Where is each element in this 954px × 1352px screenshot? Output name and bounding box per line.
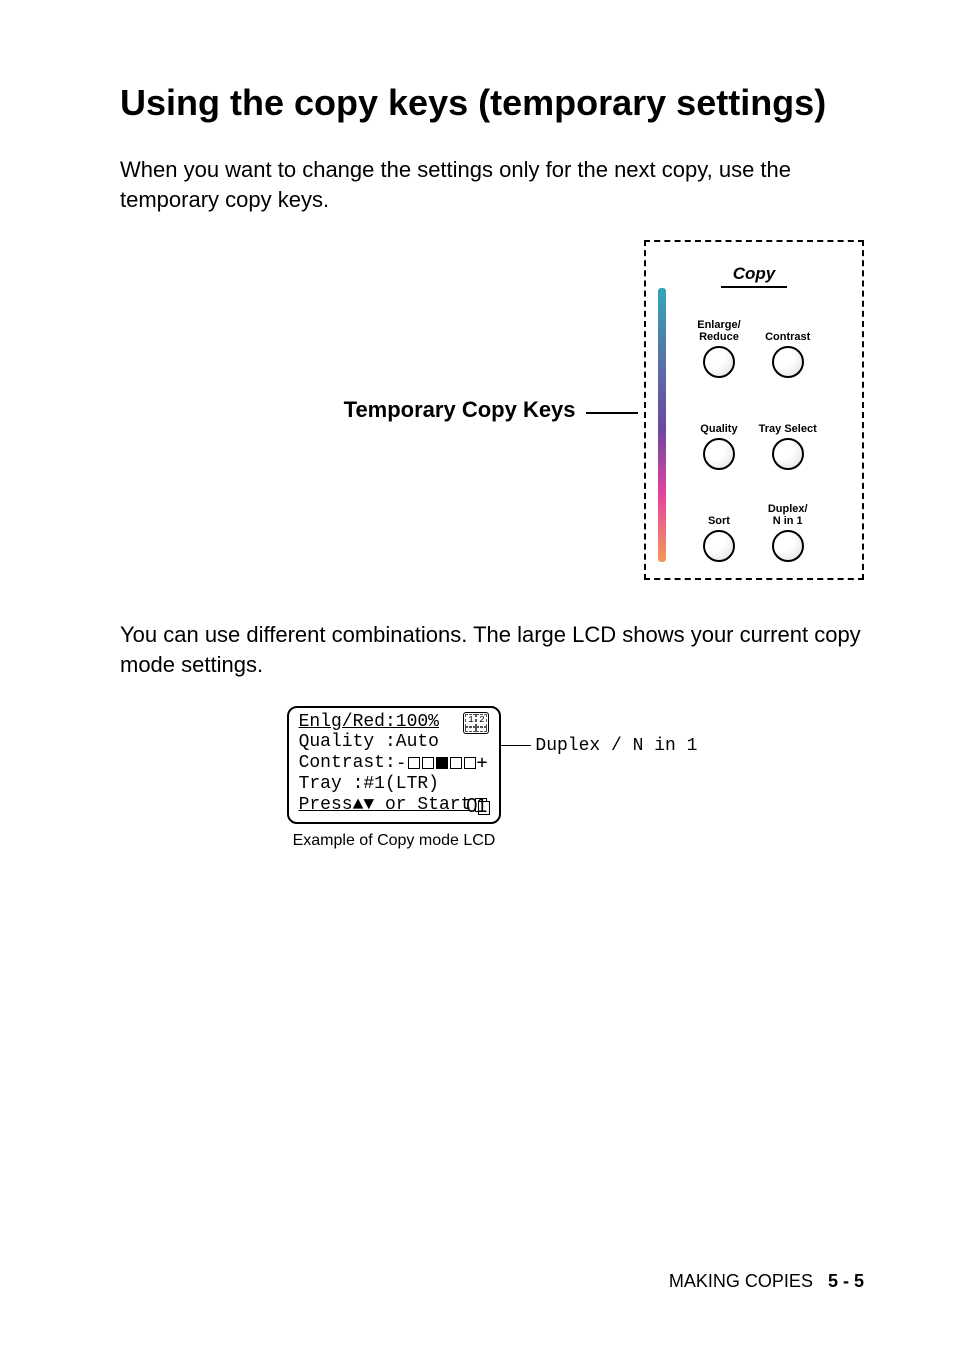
lcd-line-1: Enlg/Red:100% — [299, 712, 439, 733]
key-label: Duplex/N in 1 — [768, 503, 808, 527]
key-label: Enlarge/Reduce — [697, 319, 740, 343]
key-quality[interactable]: Quality — [700, 390, 737, 470]
lcd-screen: Enlg/Red:100% Quality :Auto Contrast:-+ … — [287, 706, 502, 824]
second-paragraph: You can use different combinations. The … — [120, 620, 864, 679]
key-duplex-nin1[interactable]: Duplex/N in 1 — [768, 482, 808, 562]
key-contrast[interactable]: Contrast — [765, 298, 810, 378]
copy-panel-header: Copy — [721, 264, 788, 288]
copy-panel-col-1: Enlarge/Reduce Quality Sort — [697, 294, 740, 562]
round-button-icon — [772, 346, 804, 378]
round-button-icon — [772, 530, 804, 562]
lcd-contrast-label: Contrast: — [299, 753, 396, 774]
footer-section: MAKING COPIES — [669, 1271, 813, 1291]
key-tray-select[interactable]: Tray Select — [759, 390, 817, 470]
intro-paragraph: When you want to change the settings onl… — [120, 155, 864, 214]
key-sort[interactable]: Sort — [703, 482, 735, 562]
lcd-annotation-label: Duplex / N in 1 — [531, 736, 697, 756]
round-button-icon — [703, 346, 735, 378]
key-enlarge-reduce[interactable]: Enlarge/Reduce — [697, 298, 740, 378]
key-label: Contrast — [765, 319, 810, 343]
key-label: Sort — [708, 503, 730, 527]
copy-keys-diagram: Temporary Copy Keys Copy Enlarge/Reduce … — [120, 240, 864, 580]
key-label: Tray Select — [759, 411, 817, 435]
page-title: Using the copy keys (temporary settings) — [120, 80, 864, 125]
copy-panel: Copy Enlarge/Reduce Quality — [644, 240, 864, 580]
lcd-annotation: Duplex / N in 1 — [501, 736, 697, 756]
diagram-side-caption: Temporary Copy Keys — [344, 397, 576, 422]
n-in-1-icon: 1 2 — [463, 712, 489, 734]
round-button-icon — [703, 530, 735, 562]
round-button-icon — [772, 438, 804, 470]
panel-gradient-strip — [658, 288, 666, 562]
diagram-lead-line — [586, 412, 638, 414]
copy-panel-col-2: Contrast Tray Select Duplex/N in 1 — [759, 294, 817, 562]
key-label: Quality — [700, 411, 737, 435]
copy-counter: 01 — [466, 795, 486, 818]
round-button-icon — [703, 438, 735, 470]
page-footer: MAKING COPIES 5 - 5 — [669, 1271, 864, 1292]
footer-page: 5 - 5 — [828, 1271, 864, 1291]
lcd-caption: Example of Copy mode LCD — [293, 832, 496, 850]
